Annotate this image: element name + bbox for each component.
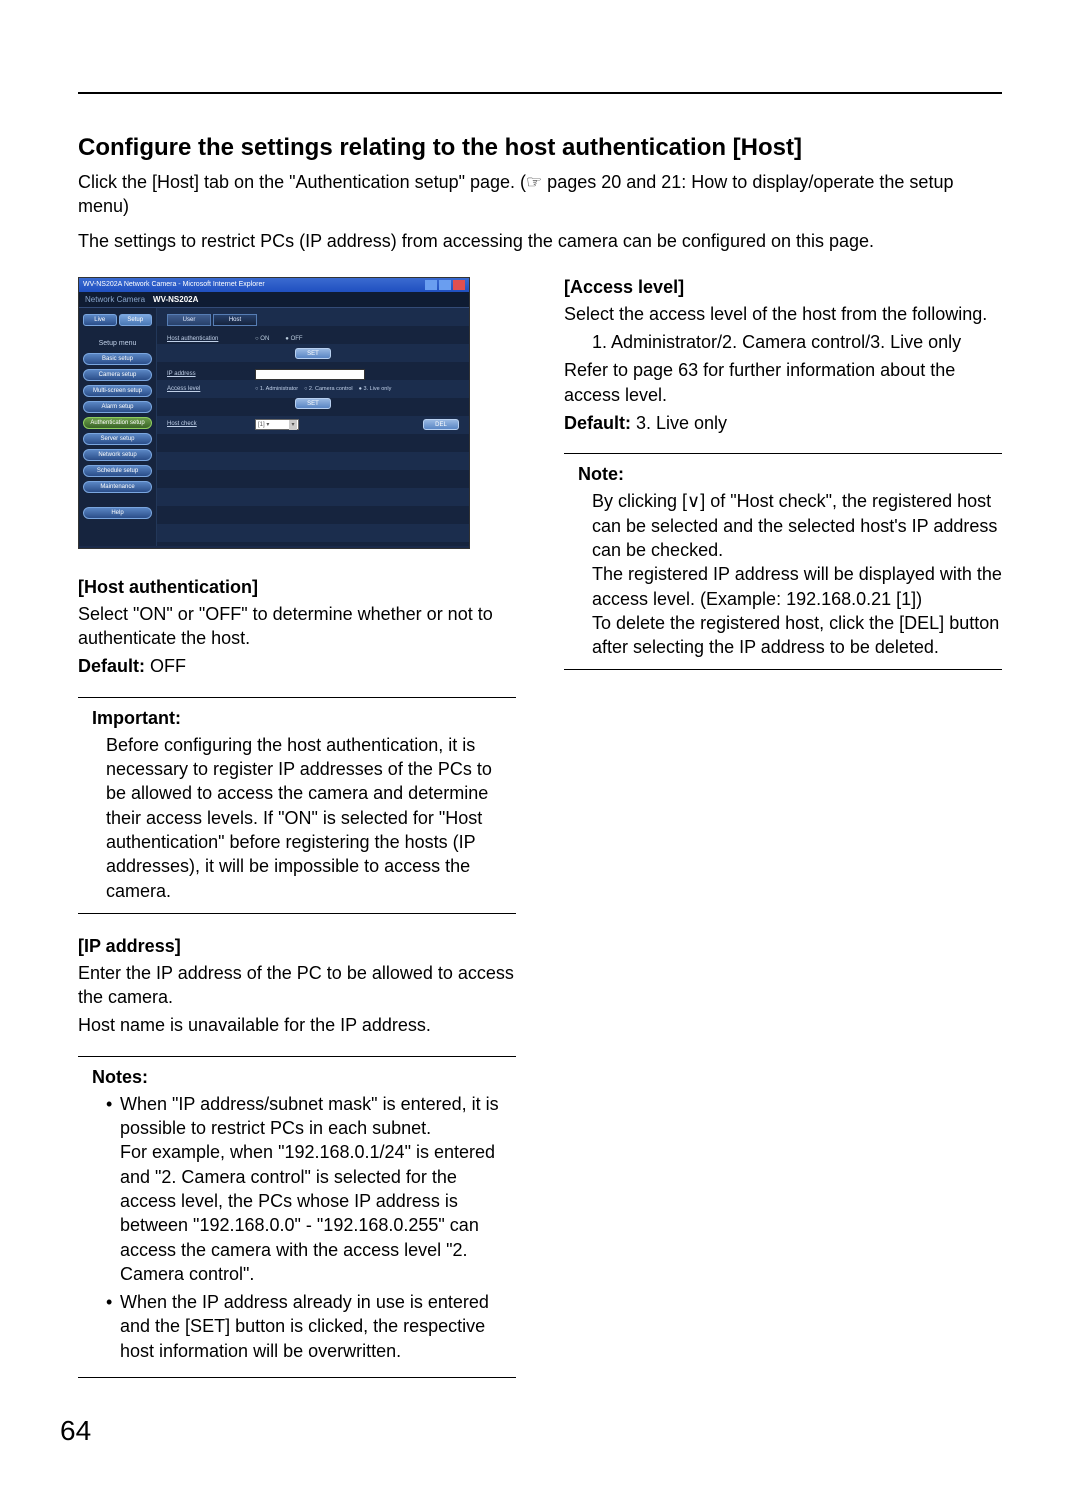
right-note-body-3: To delete the registered host, click the… xyxy=(592,611,1002,660)
hostcheck-select[interactable]: [1] ▾ xyxy=(255,419,299,430)
tab-live[interactable]: Live xyxy=(83,314,117,326)
ip-body-2: Host name is unavailable for the IP addr… xyxy=(78,1013,516,1037)
sidebar-item-network[interactable]: Network setup xyxy=(83,449,152,461)
intro-line-2: The settings to restrict PCs (IP address… xyxy=(78,229,1002,253)
host-auth-radio[interactable]: ON OFF xyxy=(255,336,303,342)
sidebar-item-authentication[interactable]: Authentication setup xyxy=(83,417,152,429)
sidebar-item-help[interactable]: Help xyxy=(83,507,152,519)
important-body: Before configuring the host authenticati… xyxy=(106,733,516,903)
brand-label: Network Camera xyxy=(85,295,145,304)
access-heading: [Access level] xyxy=(564,277,1002,298)
tab-setup[interactable]: Setup xyxy=(119,314,153,326)
important-title: Important: xyxy=(92,708,516,729)
default-label: Default: xyxy=(78,656,145,676)
right-note-box: Note: By clicking [∨] of "Host check", t… xyxy=(564,453,1002,670)
app-screenshot: WV-NS202A Network Camera - Microsoft Int… xyxy=(78,277,470,549)
sidebar: Live Setup Setup menu Basic setup Camera… xyxy=(79,308,157,546)
access-opt-3[interactable]: ● 3. Live only xyxy=(359,386,392,392)
sidebar-item-schedule[interactable]: Schedule setup xyxy=(83,465,152,477)
host-auth-default: Default: OFF xyxy=(78,654,516,678)
set-button-1[interactable]: SET xyxy=(295,348,331,359)
host-auth-body: Select "ON" or "OFF" to determine whethe… xyxy=(78,602,516,651)
left-column: WV-NS202A Network Camera - Microsoft Int… xyxy=(78,277,516,1400)
set-button-2[interactable]: SET xyxy=(295,398,331,409)
right-note-body-1: By clicking [∨] of "Host check", the reg… xyxy=(592,489,1002,562)
subtab-host[interactable]: Host xyxy=(213,314,257,326)
setup-menu-title: Setup menu xyxy=(83,340,152,347)
access-body-3: Refer to page 63 for further information… xyxy=(564,358,1002,407)
radio-off[interactable]: OFF xyxy=(285,336,302,342)
page-number: 64 xyxy=(60,1415,91,1447)
access-default-label: Default: xyxy=(564,413,631,433)
host-auth-heading: [Host authentication] xyxy=(78,577,516,598)
subtab-user[interactable]: User xyxy=(167,314,211,326)
right-note-body-2: The registered IP address will be displa… xyxy=(592,562,1002,611)
access-opt-2[interactable]: ○ 2. Camera control xyxy=(304,386,353,392)
default-value: OFF xyxy=(145,656,186,676)
access-level-options[interactable]: ○ 1. Administrator ○ 2. Camera control ●… xyxy=(255,386,391,392)
ip-input[interactable] xyxy=(255,369,365,380)
app-header: Network Camera WV-NS202A xyxy=(79,292,469,308)
right-note-title: Note: xyxy=(578,464,1002,485)
window-title: WV-NS202A Network Camera - Microsoft Int… xyxy=(83,281,265,288)
model-label: WV-NS202A xyxy=(153,295,198,304)
ip-heading: [IP address] xyxy=(78,936,516,957)
sidebar-item-alarm[interactable]: Alarm setup xyxy=(83,401,152,413)
access-body-2: 1. Administrator/2. Camera control/3. Li… xyxy=(592,330,1002,354)
window-buttons xyxy=(425,280,465,290)
sidebar-item-basic[interactable]: Basic setup xyxy=(83,353,152,365)
field-access-label: Access level xyxy=(167,386,247,392)
access-opt-1[interactable]: ○ 1. Administrator xyxy=(255,386,298,392)
field-hostcheck-label: Host check xyxy=(167,421,247,427)
sidebar-item-multiscreen[interactable]: Multi-screen setup xyxy=(83,385,152,397)
field-ip-label: IP address xyxy=(167,371,247,377)
maximize-icon[interactable] xyxy=(439,280,451,290)
access-body-1: Select the access level of the host from… xyxy=(564,302,1002,326)
important-box: Important: Before configuring the host a… xyxy=(78,697,516,914)
radio-on[interactable]: ON xyxy=(255,336,269,342)
notes-item-2: When the IP address already in use is en… xyxy=(106,1290,516,1363)
right-column: [Access level] Select the access level o… xyxy=(564,277,1002,1400)
minimize-icon[interactable] xyxy=(425,280,437,290)
main-panel: User Host Host authentication ON OFF SET… xyxy=(157,308,469,546)
sidebar-item-camera[interactable]: Camera setup xyxy=(83,369,152,381)
field-host-auth-label: Host authentication xyxy=(167,336,247,342)
access-default: Default: 3. Live only xyxy=(564,411,1002,435)
sidebar-item-server[interactable]: Server setup xyxy=(83,433,152,445)
close-icon[interactable] xyxy=(453,280,465,290)
window-titlebar: WV-NS202A Network Camera - Microsoft Int… xyxy=(79,278,469,292)
intro-line-1: Click the [Host] tab on the "Authenticat… xyxy=(78,170,1002,219)
top-rule xyxy=(78,92,1002,94)
page-title: Configure the settings relating to the h… xyxy=(78,134,1002,162)
ip-body-1: Enter the IP address of the PC to be all… xyxy=(78,961,516,1010)
sidebar-item-maintenance[interactable]: Maintenance xyxy=(83,481,152,493)
access-default-value: 3. Live only xyxy=(631,413,727,433)
notes-item-1: When "IP address/subnet mask" is entered… xyxy=(106,1092,516,1286)
del-button[interactable]: DEL xyxy=(423,419,459,430)
notes-box: Notes: When "IP address/subnet mask" is … xyxy=(78,1056,516,1378)
notes-title: Notes: xyxy=(92,1067,516,1088)
